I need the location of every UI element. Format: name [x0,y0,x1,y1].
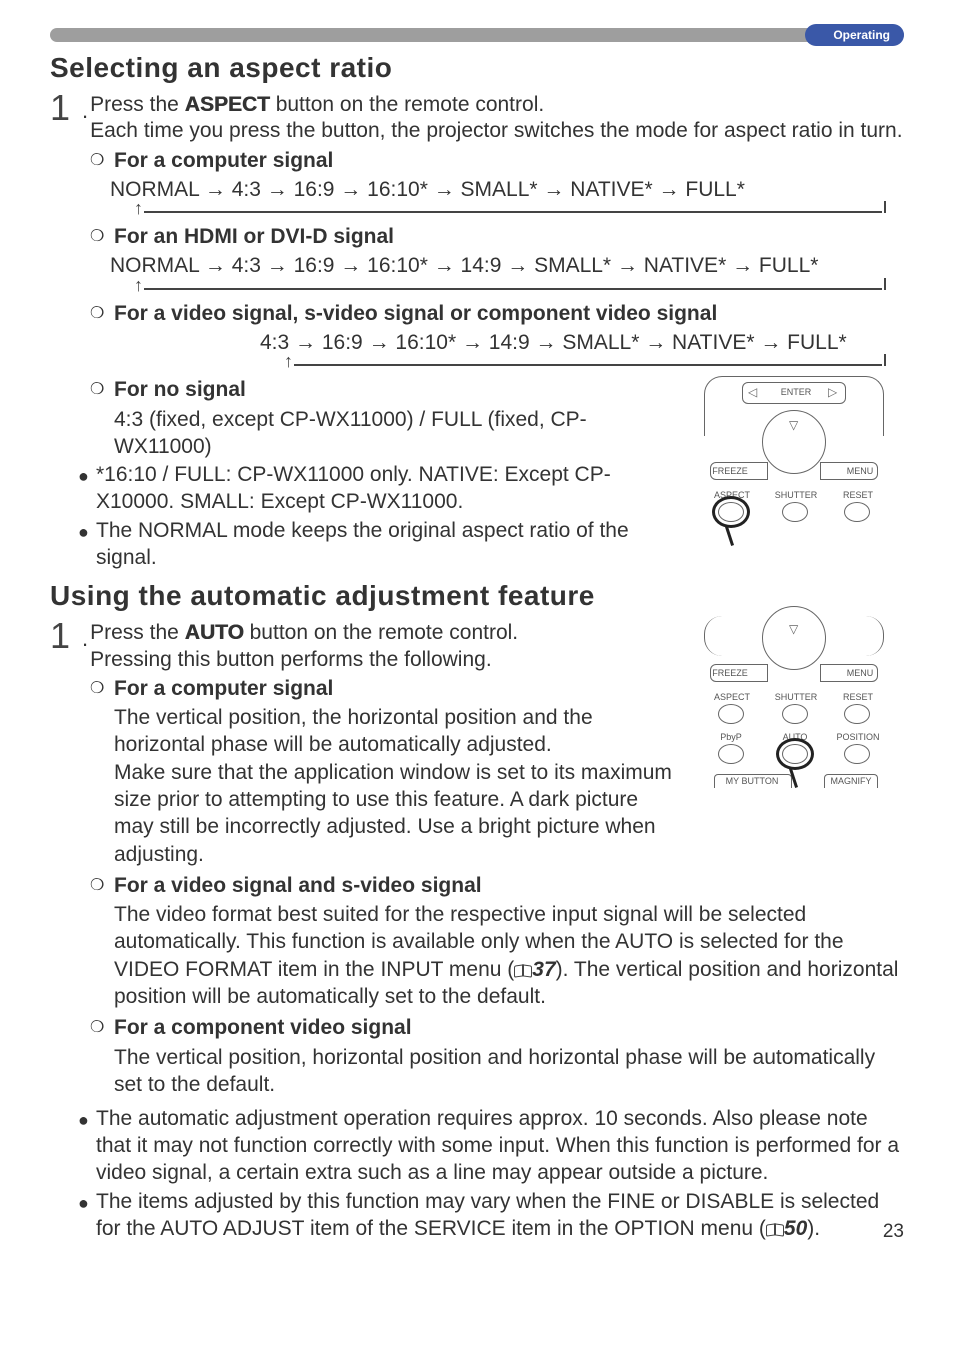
book-icon [766,1222,784,1236]
bullet-icon: ❍ [90,227,108,248]
loop-arrow-icon: ↑ [110,280,890,298]
bullet-icon: ❍ [90,304,108,325]
aspect-button-name: ASPECT [185,93,270,116]
remote-diagram-aspect: ◁ ENTER ▷ ▽ FREEZE MENU ASPECT SHUTTER R… [694,376,904,576]
note-normal: ●The NORMAL mode keeps the original aspe… [78,518,682,572]
auto-button-name: AUTO [185,621,244,644]
note-16-10: ●*16:10 / FULL: CP-WX11000 only. NATIVE:… [78,462,682,516]
item-video-s-video: ❍ For a video signal and s-video signal [90,872,904,899]
item-computer-signal-1: ❍ For a computer signal [90,147,904,174]
item-component-video: ❍ For a component video signal [90,1014,904,1041]
auto-component-body: The vertical position, horizontal positi… [114,1044,904,1099]
top-bar: Operating [50,24,904,46]
loop-arrow-icon: ↑ [110,203,890,221]
section-title-auto: Using the automatic adjustment feature [50,580,904,612]
item-computer-signal-2: ❍ For a computer signal [90,675,682,702]
step-number: 1 [50,90,80,126]
topbar-grey-line [50,28,904,42]
page-number: 23 [883,1221,904,1243]
book-icon [514,963,532,977]
item-hdmi-signal: ❍ For an HDMI or DVI-D signal [90,223,904,250]
bullet-icon: ❍ [90,876,108,897]
no-signal-body: 4:3 (fixed, except CP-WX11000) / FULL (f… [114,406,682,461]
bullet-icon: ❍ [90,380,108,401]
step-text: Press the ASPECT button on the remote co… [90,88,904,145]
auto-video-body: The video format best suited for the res… [114,901,904,1010]
bullet-icon: ❍ [90,151,108,172]
seq-hdmi: NORMAL → 4:3 → 16:9 → 16:10* → 14:9 → SM… [110,252,904,279]
item-video-signal: ❍ For a video signal, s-video signal or … [90,300,904,327]
item-no-signal: ❍ For no signal [90,376,682,403]
section-title-aspect: Selecting an aspect ratio [50,52,904,84]
step-1-aspect: 1 . Press the ASPECT button on the remot… [50,88,904,145]
bullet-icon: ❍ [90,1018,108,1039]
note-auto-10s: ●The automatic adjustment operation requ… [78,1106,904,1187]
seq-video: 4:3 → 16:9 → 16:10* → 14:9 → SMALL* → NA… [260,329,904,356]
step-1-auto: 1 . Press the AUTO button on the remote … [50,616,682,673]
seq-computer: NORMAL → 4:3 → 16:9 → 16:10* → SMALL* → … [110,176,904,203]
step-dot: . [82,626,88,652]
auto-computer-body: The vertical position, the horizontal po… [114,704,682,868]
loop-arrow-icon: ↑ [260,356,890,374]
step-dot: . [82,98,88,124]
step-text: Press the AUTO button on the remote cont… [90,616,682,673]
note-auto-adjust: ● The items adjusted by this function ma… [78,1189,904,1243]
step-number: 1 [50,618,80,654]
remote-diagram-auto: ▽ FREEZE MENU ASPECT SHUTTER RESET PbyP … [694,616,904,836]
section-tag: Operating [805,24,904,46]
bullet-icon: ❍ [90,679,108,700]
